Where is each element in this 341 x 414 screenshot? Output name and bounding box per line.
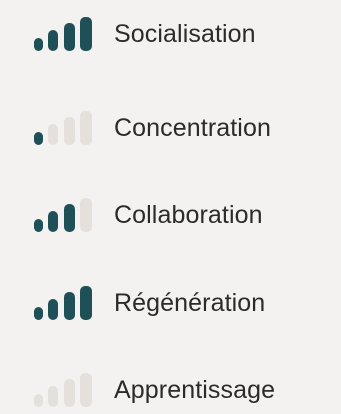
- signal-bar-4: [80, 286, 92, 320]
- signal-bar-2: [48, 30, 58, 51]
- signal-bar-3: [64, 204, 75, 232]
- signal-strength-icon: [32, 111, 94, 145]
- signal-bar-4: [80, 198, 92, 232]
- signal-bar-4: [80, 17, 92, 51]
- activity-rating-list: Socialisation Concentration Collaboratio…: [0, 0, 341, 414]
- signal-strength-icon: [32, 373, 94, 407]
- signal-bar-1: [34, 394, 43, 407]
- signal-bar-2: [48, 386, 58, 407]
- rating-label: Collaboration: [114, 201, 263, 229]
- signal-bar-1: [34, 38, 43, 51]
- rating-item-socialisation: Socialisation: [32, 14, 256, 54]
- signal-bar-2: [48, 211, 58, 232]
- signal-bar-2: [48, 124, 58, 145]
- signal-strength-icon: [32, 17, 94, 51]
- rating-label: Apprentissage: [114, 376, 276, 404]
- rating-label: Concentration: [114, 114, 271, 142]
- rating-item-collaboration: Collaboration: [32, 195, 263, 235]
- signal-bar-3: [64, 23, 75, 51]
- signal-bar-1: [34, 132, 43, 145]
- rating-item-apprentissage: Apprentissage: [32, 370, 275, 410]
- rating-item-concentration: Concentration: [32, 108, 271, 148]
- signal-strength-icon: [32, 198, 94, 232]
- rating-label: Régénération: [114, 289, 266, 317]
- signal-bar-1: [34, 219, 43, 232]
- rating-item-regeneration: Régénération: [32, 283, 265, 323]
- signal-bar-4: [80, 111, 92, 145]
- signal-strength-icon: [32, 286, 94, 320]
- signal-bar-3: [64, 292, 75, 320]
- signal-bar-4: [80, 373, 92, 407]
- signal-bar-1: [34, 307, 43, 320]
- signal-bar-2: [48, 299, 58, 320]
- rating-label: Socialisation: [114, 20, 256, 48]
- signal-bar-3: [64, 379, 75, 407]
- signal-bar-3: [64, 117, 75, 145]
